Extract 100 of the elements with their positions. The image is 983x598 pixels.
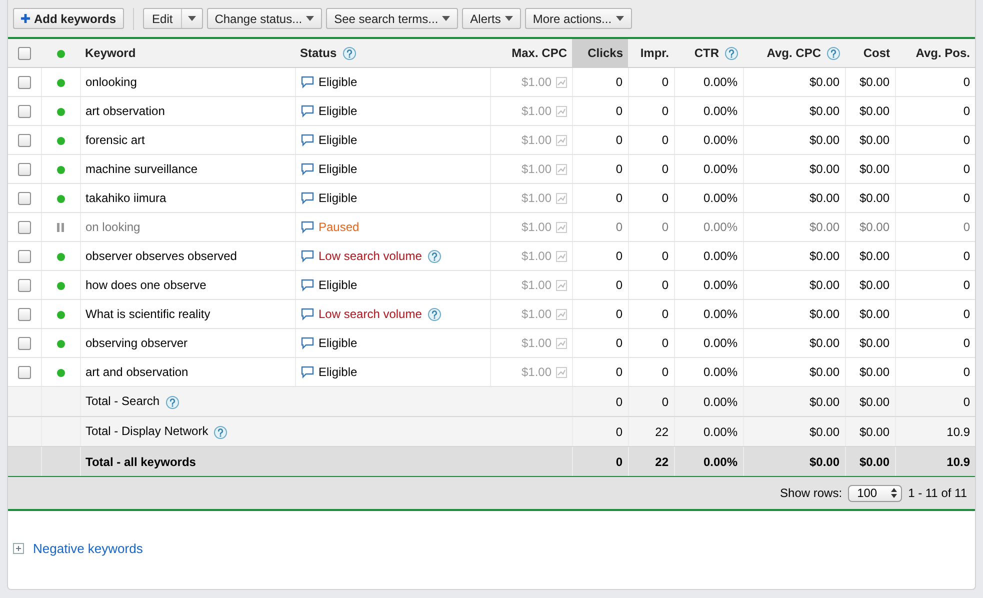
graph-icon[interactable] bbox=[556, 251, 566, 262]
column-header[interactable]: Max. CPC bbox=[490, 39, 572, 68]
speech-bubble-icon[interactable] bbox=[300, 163, 314, 176]
add-keywords-button[interactable]: Add keywords bbox=[13, 8, 124, 29]
graph-icon[interactable] bbox=[556, 280, 566, 292]
graph-icon[interactable] bbox=[556, 309, 566, 320]
rows-select[interactable]: 100 bbox=[848, 484, 902, 502]
table-cell: 0 bbox=[895, 212, 975, 242]
column-header[interactable]: Status bbox=[295, 39, 490, 68]
status-text: Eligible bbox=[318, 74, 358, 89]
keyword-cell[interactable]: machine surveillance bbox=[80, 154, 295, 184]
status-text: Eligible bbox=[318, 104, 358, 118]
checkbox[interactable] bbox=[18, 163, 31, 176]
keyword-cell[interactable]: What is scientific reality bbox=[80, 300, 295, 328]
table-cell: 0 bbox=[895, 96, 975, 126]
plus-icon bbox=[21, 14, 30, 23]
keyword-cell[interactable]: forensic art bbox=[80, 126, 295, 154]
expand-icon[interactable] bbox=[13, 543, 24, 554]
checkbox[interactable] bbox=[18, 337, 31, 350]
graph-icon[interactable] bbox=[556, 367, 566, 378]
speech-bubble-icon[interactable] bbox=[300, 279, 314, 292]
table-cell: 0 bbox=[895, 242, 975, 270]
caret-icon bbox=[442, 16, 450, 21]
help-icon[interactable] bbox=[428, 308, 441, 322]
help-icon[interactable] bbox=[342, 47, 356, 60]
table-cell: $0.00 bbox=[845, 242, 895, 270]
table-cell: 0.00% bbox=[674, 68, 743, 96]
keyword-cell[interactable]: takahiko iimura bbox=[80, 184, 295, 212]
checkbox[interactable] bbox=[18, 221, 31, 234]
edit-button[interactable]: Edit bbox=[144, 9, 182, 28]
speech-bubble-icon[interactable] bbox=[300, 76, 314, 90]
table-cell: 0.00% bbox=[674, 328, 743, 358]
column-header[interactable]: Clicks bbox=[572, 39, 628, 68]
status-text: Paused bbox=[318, 220, 360, 234]
keyword-cell[interactable]: observing observer bbox=[80, 328, 295, 358]
checkbox[interactable] bbox=[18, 134, 31, 148]
menu-button[interactable]: More actions... bbox=[524, 8, 632, 29]
keyword-cell[interactable]: observer observes observed bbox=[80, 242, 295, 270]
checkbox[interactable] bbox=[18, 366, 31, 380]
column-header[interactable]: Avg. CPC bbox=[743, 39, 845, 68]
help-icon[interactable] bbox=[725, 47, 738, 60]
table-cell: $0.00 bbox=[845, 184, 895, 212]
help-icon[interactable] bbox=[827, 47, 840, 60]
speech-bubble-icon[interactable] bbox=[300, 250, 314, 264]
help-icon[interactable] bbox=[214, 426, 228, 439]
speech-bubble-icon[interactable] bbox=[300, 337, 314, 350]
checkbox[interactable] bbox=[18, 308, 31, 322]
help-icon[interactable] bbox=[166, 396, 179, 409]
table-cell: 0 bbox=[628, 300, 674, 328]
menu-button[interactable]: Alerts bbox=[462, 8, 521, 29]
graph-icon[interactable] bbox=[556, 164, 566, 176]
total-label: Total - all keywords bbox=[86, 454, 196, 468]
table-cell: $0.00 bbox=[743, 184, 845, 212]
graph-icon[interactable] bbox=[556, 106, 566, 118]
graph-icon[interactable] bbox=[556, 193, 566, 204]
speech-bubble-icon[interactable] bbox=[300, 192, 314, 206]
speech-bubble-icon[interactable] bbox=[300, 308, 314, 322]
keyword-cell[interactable]: onlooking bbox=[80, 68, 295, 96]
speech-bubble-icon[interactable] bbox=[300, 221, 314, 234]
speech-bubble-icon[interactable] bbox=[300, 134, 314, 148]
status-text: Eligible bbox=[318, 190, 358, 205]
table-cell: 0.00% bbox=[674, 300, 743, 328]
column-header[interactable]: CTR bbox=[674, 39, 743, 68]
speech-bubble-icon[interactable] bbox=[300, 366, 314, 380]
menu-button[interactable]: Change status... bbox=[206, 8, 322, 29]
checkbox[interactable] bbox=[18, 76, 31, 90]
graph-icon[interactable] bbox=[556, 135, 566, 146]
status-dot-icon bbox=[56, 50, 64, 58]
checkbox[interactable] bbox=[18, 250, 31, 264]
column-header[interactable]: Cost bbox=[845, 39, 895, 68]
keyword-cell[interactable]: art observation bbox=[80, 96, 295, 126]
status-text: Eligible bbox=[318, 132, 358, 147]
help-icon[interactable] bbox=[428, 250, 441, 264]
stepper-icon bbox=[891, 488, 898, 498]
negative-keywords-link[interactable]: Negative keywords bbox=[33, 541, 143, 556]
table-cell: 0 bbox=[572, 154, 628, 184]
checkbox[interactable] bbox=[18, 192, 31, 206]
graph-icon[interactable] bbox=[556, 77, 566, 88]
column-header[interactable]: Impr. bbox=[628, 39, 674, 68]
graph-icon[interactable] bbox=[556, 338, 566, 350]
edit-split-button[interactable]: Edit bbox=[143, 8, 203, 29]
table-cell: $0.00 bbox=[845, 270, 895, 300]
keyword-cell[interactable]: on looking bbox=[80, 212, 295, 242]
checkbox[interactable] bbox=[18, 279, 31, 292]
graph-icon[interactable] bbox=[556, 222, 566, 234]
table-cell: 0 bbox=[895, 126, 975, 154]
column-header[interactable]: Keyword bbox=[80, 39, 295, 68]
checkbox[interactable] bbox=[18, 105, 31, 118]
keyword-cell[interactable]: how does one observe bbox=[80, 270, 295, 300]
table-cell: $0.00 bbox=[743, 96, 845, 126]
table-cell: 0.00% bbox=[674, 270, 743, 300]
menu-button[interactable]: See search terms... bbox=[326, 8, 458, 29]
table-cell: 0.00% bbox=[674, 184, 743, 212]
table-cell: 0 bbox=[572, 328, 628, 358]
checkbox[interactable] bbox=[18, 47, 31, 60]
table-cell: 0.00% bbox=[674, 242, 743, 270]
speech-bubble-icon[interactable] bbox=[300, 105, 314, 118]
status-text: Eligible bbox=[318, 278, 358, 292]
table-cell: 0 bbox=[895, 68, 975, 96]
column-header[interactable]: Avg. Pos. bbox=[895, 39, 975, 68]
